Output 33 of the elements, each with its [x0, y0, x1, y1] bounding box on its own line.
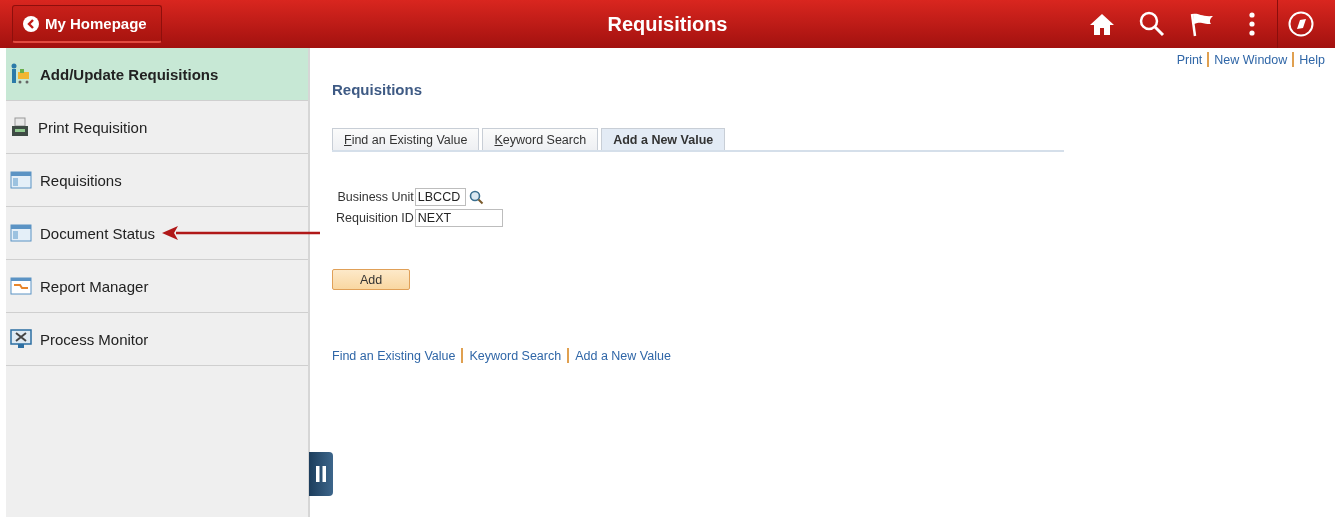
- tab[interactable]: Add a New Value: [601, 128, 726, 150]
- header-link[interactable]: New Window: [1214, 52, 1288, 67]
- back-button[interactable]: My Homepage: [12, 5, 162, 43]
- compass-icon: [1287, 11, 1314, 37]
- field-label: Business Unit: [336, 190, 415, 204]
- text-field[interactable]: LBCCD: [414, 188, 466, 206]
- more-icon: [1248, 12, 1256, 36]
- window-icon: [10, 223, 32, 243]
- page-link[interactable]: Add a New Value: [575, 348, 671, 363]
- tab[interactable]: Keyword Search: [482, 128, 599, 150]
- field-label: Requisition ID: [336, 211, 415, 225]
- collapse-handle[interactable]: [309, 452, 333, 496]
- page-link[interactable]: Find an Existing Value: [332, 348, 456, 363]
- sidebar-item[interactable]: Add/Update Requisitions: [6, 48, 308, 101]
- printer-icon: [10, 117, 30, 137]
- back-icon: [23, 15, 39, 32]
- add-button[interactable]: Add: [332, 269, 410, 290]
- window-icon: [10, 170, 32, 190]
- monitor-icon: [10, 329, 32, 349]
- tab[interactable]: Find an Existing Value: [332, 128, 480, 150]
- header-link[interactable]: Print: [1176, 52, 1203, 67]
- page-title: Requisitions: [332, 81, 423, 98]
- search-icon[interactable]: [468, 189, 484, 205]
- page-header-title: Requisitions: [607, 12, 728, 35]
- flag-icon: [1189, 11, 1215, 37]
- pause-icon: [316, 466, 326, 482]
- person-cart-icon: [10, 63, 32, 85]
- header-link[interactable]: Help: [1299, 52, 1325, 67]
- search-icon: [1139, 11, 1165, 37]
- text-field[interactable]: NEXT: [414, 209, 503, 227]
- page-link[interactable]: Keyword Search: [469, 348, 562, 363]
- home-icon: [1089, 12, 1115, 36]
- report-icon: [10, 277, 32, 295]
